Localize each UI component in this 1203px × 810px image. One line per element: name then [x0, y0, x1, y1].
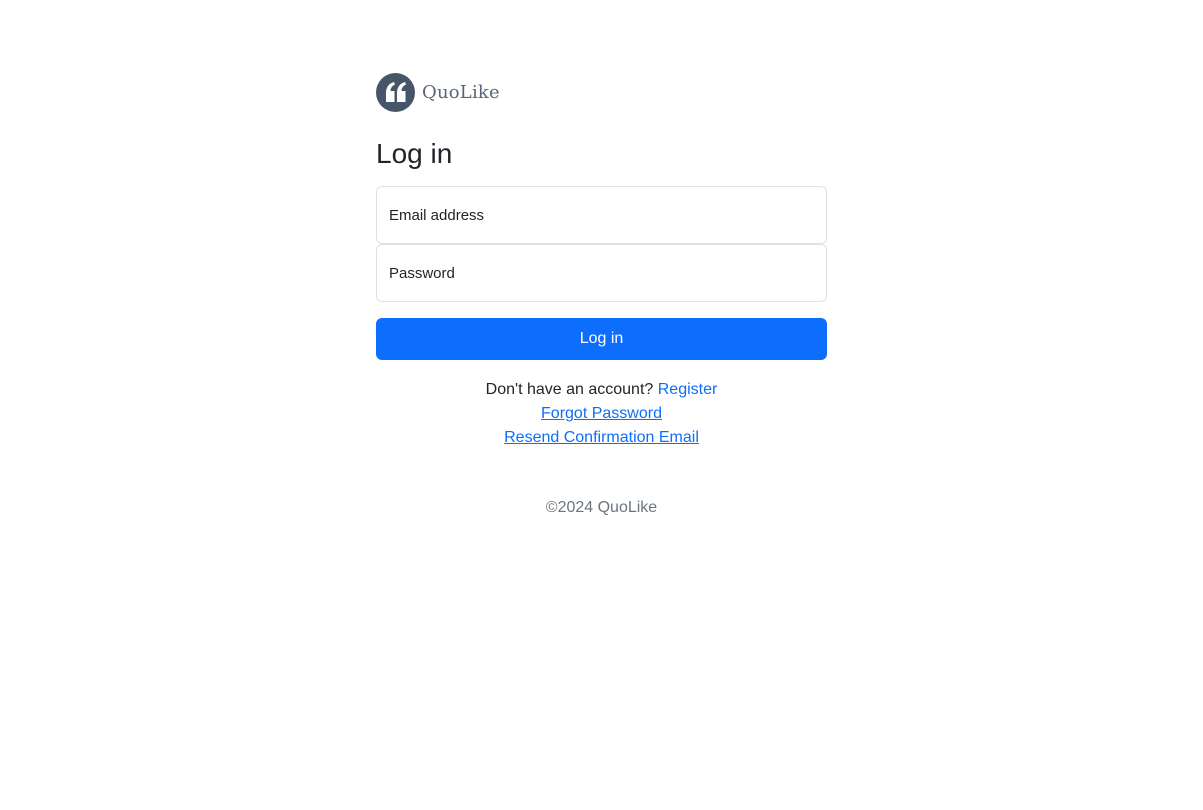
register-row: Don't have an account? Register [376, 378, 827, 402]
brand-link[interactable]: QuoLike [376, 72, 827, 112]
password-field-label: Password [389, 264, 455, 282]
login-container: QuoLike Log in Email address Password Lo… [376, 72, 827, 450]
login-form: Email address Password [376, 186, 827, 302]
brand-name: QuoLike [422, 81, 500, 103]
forgot-password-link[interactable]: Forgot Password [541, 405, 662, 422]
login-button[interactable]: Log in [376, 318, 827, 360]
email-field[interactable]: Email address [376, 186, 827, 244]
auth-links: Don't have an account? Register Forgot P… [376, 378, 827, 450]
login-page: QuoLike Log in Email address Password Lo… [0, 0, 1203, 810]
page-title: Log in [376, 138, 453, 169]
resend-confirmation-link[interactable]: Resend Confirmation Email [504, 429, 699, 446]
footer-copyright: ©2024 QuoLike [545, 499, 658, 516]
forgot-password-row: Forgot Password [376, 402, 827, 426]
no-account-text: Don't have an account? [485, 381, 654, 398]
quote-icon [376, 72, 415, 112]
password-field[interactable]: Password [376, 244, 827, 302]
resend-confirmation-row: Resend Confirmation Email [376, 426, 827, 450]
register-link[interactable]: Register [658, 381, 718, 398]
email-field-label: Email address [389, 206, 485, 224]
